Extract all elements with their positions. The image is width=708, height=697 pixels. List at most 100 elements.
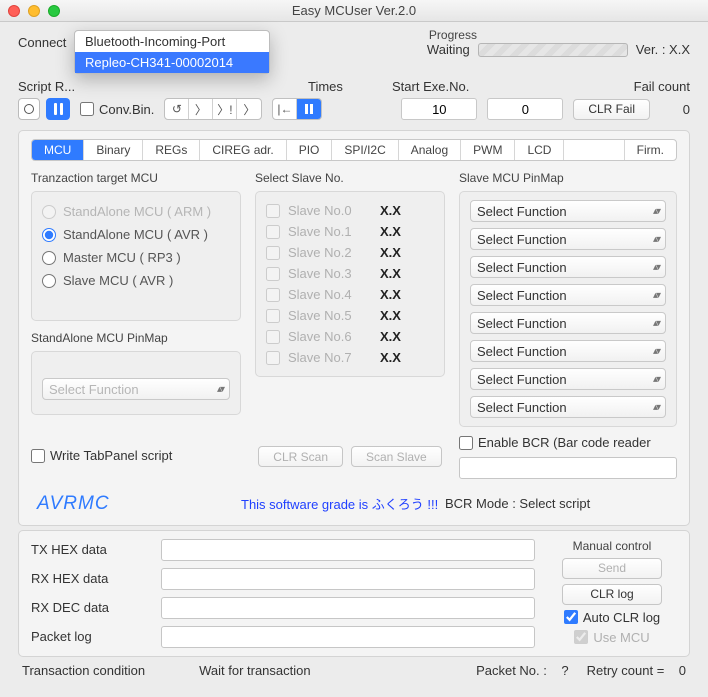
slave-row-4: Slave No.4X.X xyxy=(266,284,434,305)
rewind-button[interactable]: ↺ xyxy=(165,99,189,119)
rxdec-input[interactable] xyxy=(161,597,535,619)
tab-spi[interactable]: SPI/I2C xyxy=(332,140,398,160)
failcount-value: 0 xyxy=(660,102,690,117)
clr-scan-button[interactable]: CLR Scan xyxy=(258,446,343,467)
connect-label: Connect xyxy=(18,35,66,50)
slave-pinmap-select-2[interactable]: Select Function▴▾ xyxy=(470,256,666,278)
version-label: Ver. : X.X xyxy=(636,42,690,57)
record-button[interactable] xyxy=(18,98,40,120)
trans-cond-label: Transaction condition xyxy=(22,663,145,678)
window-title: Easy MCUser Ver.2.0 xyxy=(0,3,708,18)
clr-fail-button[interactable]: CLR Fail xyxy=(573,99,650,120)
tab-bar: MCU Binary REGs CIREG adr. PIO SPI/I2C A… xyxy=(31,139,677,161)
radio-avr[interactable]: StandAlone MCU ( AVR ) xyxy=(42,223,230,246)
pause-button-1[interactable] xyxy=(46,98,70,120)
slave-pinmap-select-6[interactable]: Select Function▴▾ xyxy=(470,368,666,390)
use-mcu-checkbox: Use MCU xyxy=(574,630,649,645)
standalone-pinmap-box: Select Function▴▾ xyxy=(31,351,241,415)
avrmc-logo: AVRMC xyxy=(31,493,241,515)
select-slave-box: Slave No.0X.X Slave No.1X.X Slave No.2X.… xyxy=(255,191,445,377)
step-break-button[interactable]: 〉! xyxy=(213,99,237,119)
slave-row-2: Slave No.2X.X xyxy=(266,242,434,263)
target-mcu-box: StandAlone MCU ( ARM ) StandAlone MCU ( … xyxy=(31,191,241,321)
port-option-bluetooth[interactable]: Bluetooth-Incoming-Port xyxy=(75,31,269,52)
slave-row-0: Slave No.0X.X xyxy=(266,200,434,221)
rxdec-label: RX DEC data xyxy=(31,600,151,615)
comm-panel: TX HEX data RX HEX data RX DEC data Pack… xyxy=(18,530,690,657)
write-tabpanel-checkbox[interactable]: Write TabPanel script xyxy=(31,448,172,463)
target-mcu-title: Tranzaction target MCU xyxy=(31,171,241,185)
retry-value: 0 xyxy=(679,663,686,678)
send-button[interactable]: Send xyxy=(562,558,662,579)
bcr-mode-label: BCR Mode : Select script xyxy=(445,496,590,511)
manual-control-col: Manual control Send CLR log Auto CLR log… xyxy=(547,539,677,648)
pktno-label: Packet No. : xyxy=(476,663,547,678)
progress-bar xyxy=(478,43,628,57)
times-label: Times xyxy=(308,79,368,94)
startexe-label: Start Exe.No. xyxy=(392,79,492,94)
radio-arm: StandAlone MCU ( ARM ) xyxy=(42,200,230,223)
pktlog-input[interactable] xyxy=(161,626,535,648)
tab-binary[interactable]: Binary xyxy=(84,140,143,160)
tab-analog[interactable]: Analog xyxy=(399,140,461,160)
slave-pinmap-title: Slave MCU PinMap xyxy=(459,171,677,185)
script-label: Script R... xyxy=(18,79,75,94)
tab-pwm[interactable]: PWM xyxy=(461,140,515,160)
reset-controls: |← xyxy=(272,98,322,120)
slave-pinmap-select-4[interactable]: Select Function▴▾ xyxy=(470,312,666,334)
slave-row-6: Slave No.6X.X xyxy=(266,326,434,347)
slave-pinmap-select-7[interactable]: Select Function▴▾ xyxy=(470,396,666,418)
conv-bin-checkbox[interactable]: Conv.Bin. xyxy=(80,102,154,117)
tab-regs[interactable]: REGs xyxy=(143,140,200,160)
select-slave-title: Select Slave No. xyxy=(255,171,445,185)
port-dropdown[interactable]: Bluetooth-Incoming-Port Repleo-CH341-000… xyxy=(74,30,270,74)
txhex-input[interactable] xyxy=(161,539,535,561)
pause-button-2[interactable] xyxy=(297,99,321,119)
progress-label: Progress xyxy=(429,28,477,42)
radio-slave-avr[interactable]: Slave MCU ( AVR ) xyxy=(42,269,230,292)
slave-pinmap-select-1[interactable]: Select Function▴▾ xyxy=(470,228,666,250)
pktlog-label: Packet log xyxy=(31,629,151,644)
slave-pinmap-box: Select Function▴▾ Select Function▴▾ Sele… xyxy=(459,191,677,427)
step-button[interactable]: 〉 xyxy=(189,99,213,119)
tab-pio[interactable]: PIO xyxy=(287,140,333,160)
port-option-repleo[interactable]: Repleo-CH341-00002014 xyxy=(75,52,269,73)
slave-row-5: Slave No.5X.X xyxy=(266,305,434,326)
software-grade-label: This software grade is ふくろう !!! xyxy=(241,494,445,513)
radio-rp3[interactable]: Master MCU ( RP3 ) xyxy=(42,246,230,269)
slave-row-1: Slave No.1X.X xyxy=(266,221,434,242)
main-panel: MCU Binary REGs CIREG adr. PIO SPI/I2C A… xyxy=(18,130,690,526)
tab-lcd[interactable]: LCD xyxy=(515,140,564,160)
script-controls: Conv.Bin. ↺ 〉 〉! 〉 |← CLR Fail 0 xyxy=(0,94,708,120)
step-button-2[interactable]: 〉 xyxy=(237,99,261,119)
manual-control-label: Manual control xyxy=(573,539,652,553)
standalone-pinmap-select[interactable]: Select Function▴▾ xyxy=(42,378,230,400)
status-row: Transaction condition Wait for transacti… xyxy=(0,657,708,682)
clr-log-button[interactable]: CLR log xyxy=(562,584,662,605)
standalone-pinmap-title: StandAlone MCU PinMap xyxy=(31,331,241,345)
times-input[interactable] xyxy=(401,98,477,120)
step-controls: ↺ 〉 〉! 〉 xyxy=(164,98,262,120)
reset-button[interactable]: |← xyxy=(273,99,297,119)
pktno-value: ? xyxy=(561,663,568,678)
txhex-label: TX HEX data xyxy=(31,542,151,557)
bcr-input[interactable] xyxy=(459,457,677,479)
rxhex-input[interactable] xyxy=(161,568,535,590)
scan-slave-button[interactable]: Scan Slave xyxy=(351,446,442,467)
conv-bin-label: Conv.Bin. xyxy=(99,102,154,117)
slave-pinmap-select-5[interactable]: Select Function▴▾ xyxy=(470,340,666,362)
tab-cireg[interactable]: CIREG adr. xyxy=(200,140,286,160)
wait-label: Wait for transaction xyxy=(199,663,311,678)
retry-label: Retry count = xyxy=(587,663,665,678)
startexe-input[interactable] xyxy=(487,98,563,120)
slave-pinmap-select-0[interactable]: Select Function▴▾ xyxy=(470,200,666,222)
progress-status: Waiting xyxy=(427,42,470,57)
enable-bcr-checkbox[interactable]: Enable BCR (Bar code reader xyxy=(459,435,651,450)
tab-mcu[interactable]: MCU xyxy=(32,140,84,160)
script-row: Script R... Times Start Exe.No. Fail cou… xyxy=(0,75,708,94)
auto-clr-log-checkbox[interactable]: Auto CLR log xyxy=(564,610,660,625)
slave-row-7: Slave No.7X.X xyxy=(266,347,434,368)
titlebar: Easy MCUser Ver.2.0 xyxy=(0,0,708,22)
slave-pinmap-select-3[interactable]: Select Function▴▾ xyxy=(470,284,666,306)
tab-firm[interactable]: Firm. xyxy=(625,140,676,160)
